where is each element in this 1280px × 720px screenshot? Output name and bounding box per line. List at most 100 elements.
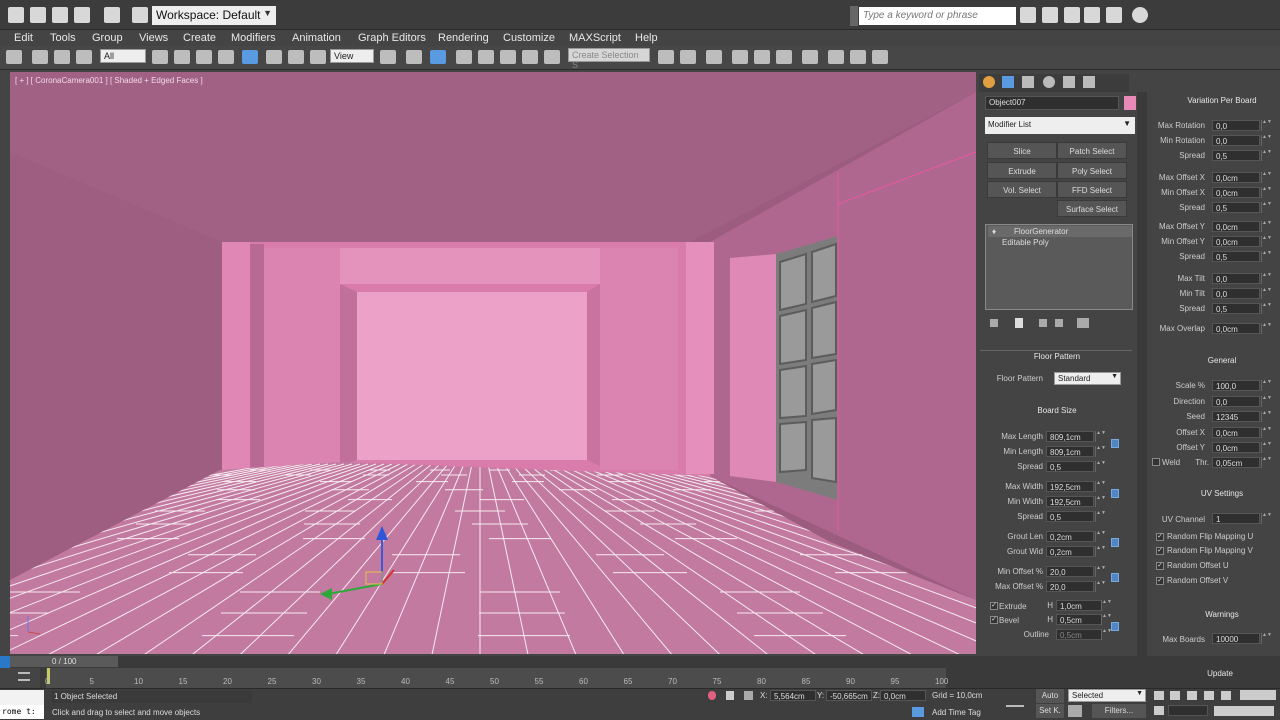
- max-boards-field[interactable]: 10000: [1212, 633, 1260, 644]
- board-size-field-3[interactable]: 192,5cm: [1046, 481, 1094, 492]
- uv-option-checkbox-2[interactable]: ✓: [1156, 562, 1164, 570]
- general-field-4[interactable]: 0,0cm: [1212, 442, 1260, 453]
- uv-settings-heading[interactable]: UV Settings: [1167, 489, 1277, 498]
- bind-space-warp-icon[interactable]: [76, 50, 92, 64]
- variation-field-7[interactable]: 0,0cm: [1212, 236, 1260, 247]
- display-tab-icon[interactable]: [1063, 76, 1075, 88]
- outline-spinner[interactable]: ▲▼: [1101, 629, 1112, 640]
- menu-edit[interactable]: Edit: [14, 32, 33, 44]
- extrude-spinner[interactable]: ▲▼: [1101, 600, 1112, 611]
- lock-bevel-toggle[interactable]: [1111, 622, 1119, 631]
- isolate-selection-icon[interactable]: [708, 691, 716, 700]
- warnings-heading[interactable]: Warnings: [1167, 610, 1277, 619]
- uv-option-checkbox-1[interactable]: ✓: [1156, 547, 1164, 555]
- selection-lock-icon[interactable]: [726, 691, 734, 700]
- tools-icon[interactable]: [1064, 7, 1080, 23]
- x-coordinate-field[interactable]: 5,564cm: [770, 690, 816, 701]
- variation-field-1[interactable]: 0,0: [1212, 135, 1260, 146]
- link-icon[interactable]: [32, 50, 48, 64]
- outline-field[interactable]: 0,5cm: [1056, 629, 1102, 640]
- board-size-spinner-3[interactable]: ▲▼: [1095, 481, 1106, 492]
- board-size-field-2[interactable]: 0,5: [1046, 461, 1094, 472]
- board-size-field-6[interactable]: 0,2cm: [1046, 531, 1094, 542]
- general-field-1[interactable]: 0,0: [1212, 396, 1260, 407]
- variation-spinner-5[interactable]: ▲▼: [1261, 202, 1272, 213]
- key-icon[interactable]: [1068, 705, 1082, 717]
- stack-item-floorgenerator[interactable]: FloorGenerator: [988, 226, 1132, 237]
- variation-field-2[interactable]: 0,5: [1212, 150, 1260, 161]
- variation-field-3[interactable]: 0,0cm: [1212, 172, 1260, 183]
- orbit-pan-icons[interactable]: [1214, 706, 1274, 716]
- patch-select-button[interactable]: Patch Select: [1057, 142, 1127, 159]
- vol-select-button[interactable]: Vol. Select: [987, 181, 1057, 198]
- rectangle-selection-icon[interactable]: [196, 50, 212, 64]
- project-icon[interactable]: [132, 7, 148, 23]
- communication-icon[interactable]: [1106, 7, 1122, 23]
- menu-animation[interactable]: Animation: [292, 32, 341, 44]
- menu-views[interactable]: Views: [139, 32, 168, 44]
- redo-icon[interactable]: [104, 7, 120, 23]
- uv-channel-spinner[interactable]: ▲▼: [1261, 513, 1272, 524]
- current-frame-field[interactable]: [1168, 705, 1208, 716]
- mirror-icon[interactable]: [658, 50, 674, 64]
- variation-spinner-0[interactable]: ▲▼: [1261, 120, 1272, 131]
- weld-checkbox[interactable]: [1152, 458, 1160, 466]
- menu-graph-editors[interactable]: Graph Editors: [358, 32, 426, 44]
- variation-field-12[interactable]: 0,0cm: [1212, 323, 1260, 334]
- max-boards-spinner[interactable]: ▲▼: [1261, 633, 1272, 644]
- floor-pattern-dropdown[interactable]: Standard ▼: [1054, 372, 1121, 385]
- play-icon[interactable]: [1187, 691, 1197, 700]
- board-size-spinner-4[interactable]: ▲▼: [1095, 496, 1106, 507]
- extrude-checkbox[interactable]: ✓: [990, 602, 998, 610]
- board-size-spinner-0[interactable]: ▲▼: [1095, 431, 1106, 442]
- menu-tools[interactable]: Tools: [50, 32, 76, 44]
- unlink-icon[interactable]: [54, 50, 70, 64]
- motion-tab-icon[interactable]: [1043, 76, 1055, 88]
- maxscript-input[interactable]: rome t:: [0, 705, 44, 719]
- board-size-spinner-5[interactable]: ▲▼: [1095, 511, 1106, 522]
- key-filter-dropdown[interactable]: Selected ▼: [1068, 689, 1146, 702]
- make-unique-icon[interactable]: [1039, 319, 1047, 327]
- general-field-0[interactable]: 100,0: [1212, 380, 1260, 391]
- board-size-field-9[interactable]: 20,0: [1046, 581, 1094, 592]
- slice-button[interactable]: Slice: [987, 142, 1057, 159]
- board-size-spinner-9[interactable]: ▲▼: [1095, 581, 1106, 592]
- pivot-point-icon[interactable]: [380, 50, 396, 64]
- uv-option-checkbox-3[interactable]: ✓: [1156, 577, 1164, 585]
- variation-spinner-11[interactable]: ▲▼: [1261, 303, 1272, 314]
- floor-pattern-heading[interactable]: Floor Pattern: [1007, 352, 1107, 361]
- time-tag-icon[interactable]: [912, 707, 924, 717]
- star-icon[interactable]: [1084, 7, 1100, 23]
- rotate-icon[interactable]: [266, 50, 282, 64]
- new-icon[interactable]: [30, 7, 46, 23]
- general-spinner-3[interactable]: ▲▼: [1261, 427, 1272, 438]
- set-key-mode-icon[interactable]: [1006, 693, 1024, 707]
- selection-filter-dropdown[interactable]: All: [100, 49, 146, 63]
- menu-modifiers[interactable]: Modifiers: [231, 32, 276, 44]
- material-editor-icon[interactable]: [802, 50, 818, 64]
- general-spinner-2[interactable]: ▲▼: [1261, 411, 1272, 422]
- board-size-field-5[interactable]: 0,5: [1046, 511, 1094, 522]
- render-production-icon[interactable]: [872, 50, 888, 64]
- binoculars-icon[interactable]: [1020, 7, 1036, 23]
- weld-spinner[interactable]: ▲▼: [1261, 457, 1272, 468]
- z-coordinate-field[interactable]: 0,0cm: [880, 690, 926, 701]
- maxscript-mini-listener[interactable]: [0, 690, 44, 705]
- add-time-tag[interactable]: Add Time Tag: [932, 708, 981, 717]
- configure-modifier-sets-icon[interactable]: [1077, 318, 1089, 328]
- viewport[interactable]: [10, 72, 976, 654]
- auto-key-button[interactable]: Auto: [1036, 689, 1064, 703]
- previous-frame-icon[interactable]: [1170, 691, 1180, 700]
- app-icon[interactable]: [8, 7, 24, 23]
- surface-select-button[interactable]: Surface Select: [1057, 200, 1127, 217]
- menu-help[interactable]: Help: [635, 32, 658, 44]
- board-size-spinner-7[interactable]: ▲▼: [1095, 546, 1106, 557]
- variation-field-9[interactable]: 0,0: [1212, 273, 1260, 284]
- menu-maxscript[interactable]: MAXScript: [569, 32, 621, 44]
- bevel-checkbox[interactable]: ✓: [990, 616, 998, 624]
- schematic-view-icon[interactable]: [776, 50, 792, 64]
- y-coordinate-field[interactable]: -50,665cm: [826, 690, 872, 701]
- absolute-mode-icon[interactable]: [744, 691, 753, 700]
- board-size-field-4[interactable]: 192,5cm: [1046, 496, 1094, 507]
- board-size-spinner-1[interactable]: ▲▼: [1095, 446, 1106, 457]
